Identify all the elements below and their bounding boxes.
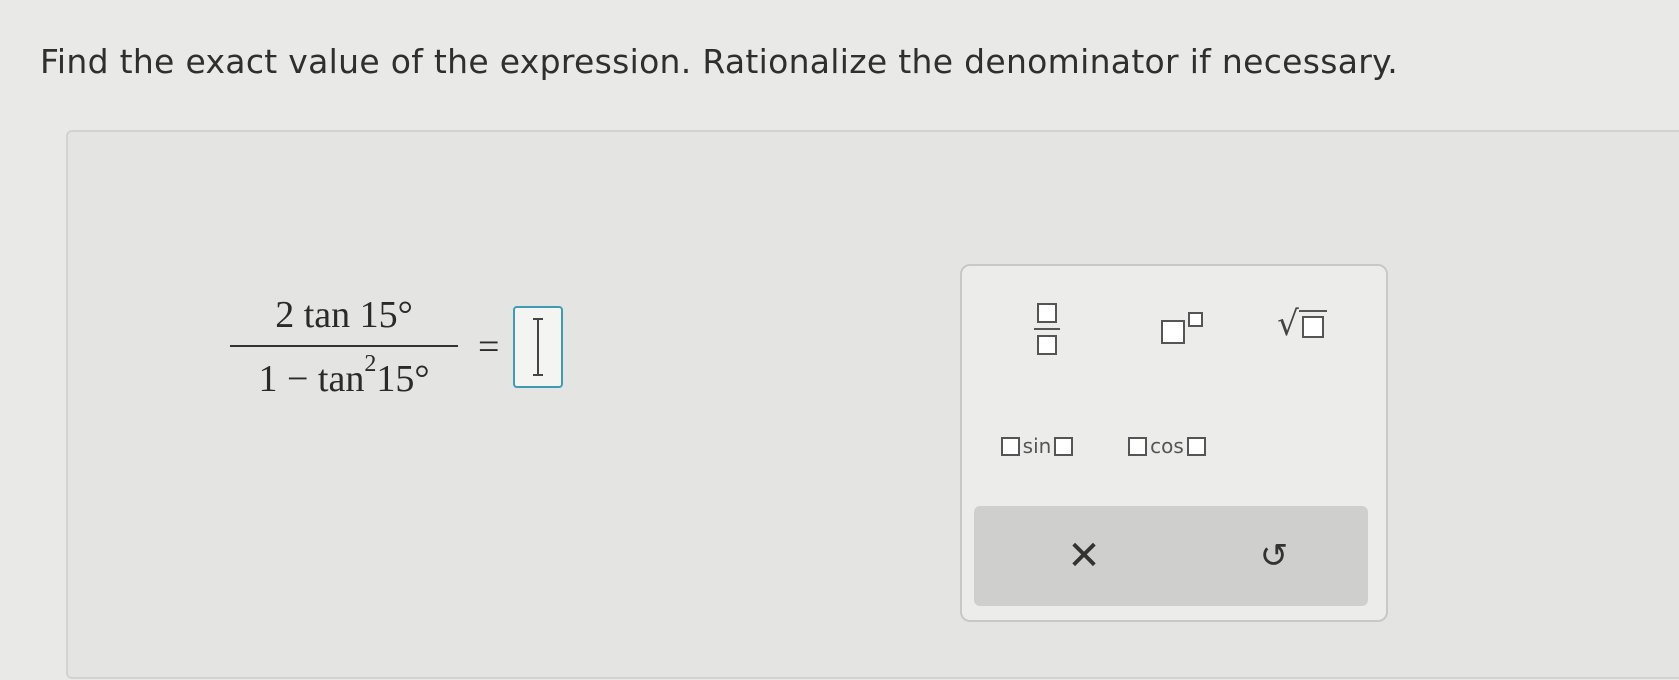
denominator-exponent: 2 xyxy=(364,351,377,378)
cos-argument-icon xyxy=(1186,436,1206,456)
fraction-button[interactable] xyxy=(1017,294,1077,364)
denominator-suffix: 15° xyxy=(376,358,430,400)
numerator: 2 tan 15° xyxy=(275,294,413,336)
cos-label: cos xyxy=(1150,434,1184,458)
fraction-denominator-icon xyxy=(1037,335,1057,355)
answer-input[interactable] xyxy=(513,306,564,388)
fraction-bar-icon xyxy=(1034,328,1060,330)
math-keypad: √ sin cos ✕ ↺ xyxy=(960,264,1388,622)
sin-coefficient-icon xyxy=(1000,436,1020,456)
radicand-icon xyxy=(1298,310,1327,338)
sin-label: sin xyxy=(1022,434,1052,458)
problem-instruction: Find the exact value of the expression. … xyxy=(40,42,1399,81)
answer-panel xyxy=(66,130,1679,679)
sqrt-template-icon: √ xyxy=(1277,304,1299,344)
cos-coefficient-icon xyxy=(1128,436,1148,456)
fraction-template-icon xyxy=(1037,303,1057,323)
keypad-actions: ✕ ↺ xyxy=(974,506,1368,606)
clear-button[interactable]: ✕ xyxy=(1044,526,1124,586)
expression: 2 tan 15° 1 − tan215° = xyxy=(230,293,564,401)
square-root-button[interactable]: √ xyxy=(1267,294,1337,354)
exponent-template-icon xyxy=(1161,320,1185,344)
fraction-expression: 2 tan 15° 1 − tan215° xyxy=(230,293,458,401)
close-icon: ✕ xyxy=(1067,533,1101,579)
text-cursor-icon xyxy=(533,318,544,376)
exponent-power-icon xyxy=(1188,311,1203,327)
denominator-prefix: 1 − tan xyxy=(258,358,365,400)
cosine-button[interactable]: cos xyxy=(1122,426,1212,466)
equals-sign: = xyxy=(478,326,500,368)
radicand-box-icon xyxy=(1301,316,1324,338)
sin-argument-icon xyxy=(1054,436,1074,456)
sine-button[interactable]: sin xyxy=(992,426,1082,466)
undo-icon: ↺ xyxy=(1259,536,1289,576)
denominator: 1 − tan215° xyxy=(258,347,429,401)
undo-button[interactable]: ↺ xyxy=(1234,526,1314,586)
exponent-button[interactable] xyxy=(1147,296,1217,356)
